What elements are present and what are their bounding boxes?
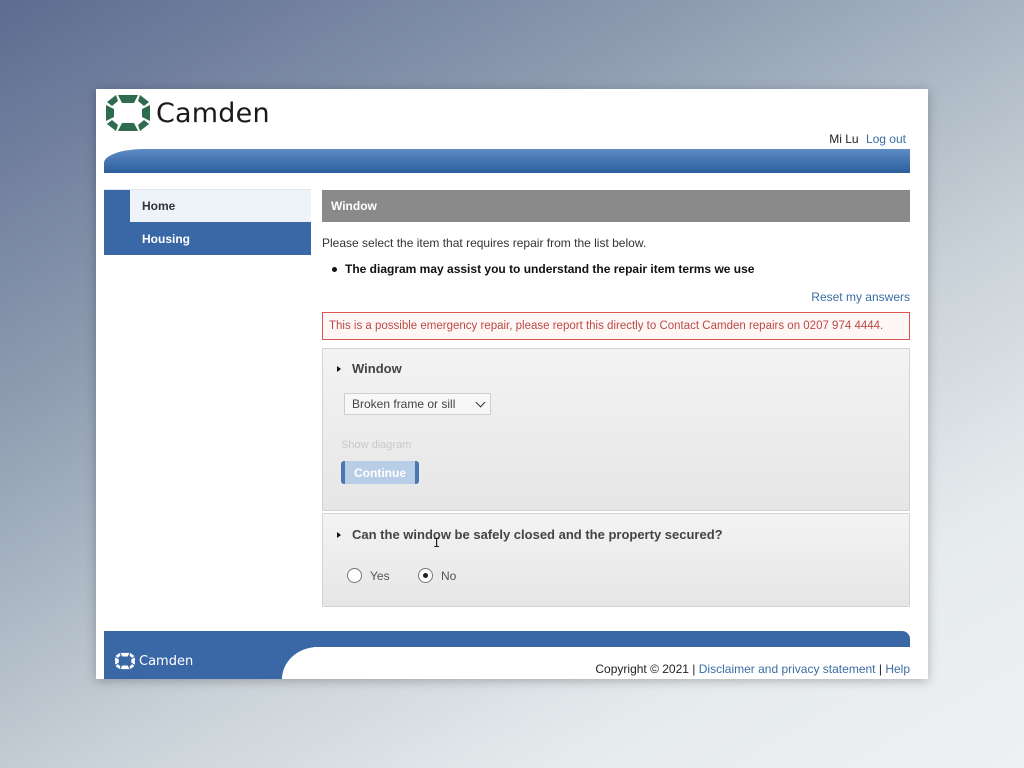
brand-name: Camden: [156, 97, 270, 129]
help-link[interactable]: Help: [885, 662, 910, 676]
radio-yes-label: Yes: [370, 568, 390, 583]
intro-text: Please select the item that requires rep…: [322, 236, 647, 250]
continue-button[interactable]: Continue: [341, 461, 419, 484]
question-panel-header[interactable]: Can the window be safely closed and the …: [337, 527, 723, 542]
window-panel: Window Broken frame or sill Show diagram…: [322, 348, 910, 511]
reset-answers-link[interactable]: Reset my answers: [322, 290, 910, 304]
repair-item-selected: Broken frame or sill: [352, 397, 456, 411]
sidebar-item-label: Housing: [142, 231, 190, 246]
page-title: Window: [322, 190, 910, 222]
sidebar-nav: Home Housing: [104, 189, 311, 255]
diagram-hint: The diagram may assist you to understand…: [332, 262, 910, 276]
sidebar-item-housing[interactable]: Housing: [104, 222, 311, 255]
show-diagram-link[interactable]: Show diagram: [341, 439, 411, 451]
footer-separator: |: [692, 662, 696, 676]
camden-logo[interactable]: Camden: [104, 93, 270, 133]
window-panel-heading: Window: [352, 361, 402, 376]
bullet-icon: [332, 266, 337, 272]
caret-right-icon: [337, 365, 341, 372]
window-panel-header[interactable]: Window: [337, 361, 402, 376]
repair-item-select[interactable]: Broken frame or sill: [344, 393, 491, 415]
page-frame: Camden Mi Lu Log out Home Housing Window…: [96, 89, 928, 679]
disclaimer-link[interactable]: Disclaimer and privacy statement: [699, 662, 876, 676]
footer-brand-name: Camden: [139, 653, 194, 669]
camden-logo-icon: [115, 652, 135, 670]
reset-answers-label: Reset my answers: [811, 290, 910, 304]
text-cursor-icon: I: [433, 536, 441, 550]
header-banner: [104, 149, 910, 173]
footer-logo[interactable]: Camden: [114, 652, 193, 670]
logout-link[interactable]: Log out: [866, 132, 906, 146]
footer-links: Copyright © 2021 | Disclaimer and privac…: [595, 662, 910, 676]
sidebar-item-home[interactable]: Home: [104, 189, 311, 222]
radio-no-label: No: [441, 568, 457, 583]
copyright-text: Copyright © 2021: [595, 662, 689, 676]
footer: Camden Copyright © 2021 | Disclaimer and…: [104, 631, 910, 679]
sidebar-item-label: Home: [142, 199, 176, 213]
radio-yes-circle[interactable]: [347, 568, 362, 583]
chevron-down-icon: [475, 397, 486, 408]
camden-logo-icon: [106, 95, 150, 131]
radio-no[interactable]: No: [418, 568, 456, 583]
radio-no-circle[interactable]: [418, 568, 433, 583]
diagram-hint-text: The diagram may assist you to understand…: [345, 262, 755, 276]
caret-right-icon: [337, 531, 341, 538]
user-name: Mi Lu: [829, 132, 859, 146]
main-content: Window Please select the item that requi…: [322, 190, 910, 607]
radio-yes[interactable]: Yes: [347, 568, 390, 583]
question-panel: Can the window be safely closed and the …: [322, 513, 910, 607]
question-text: Can the window be safely closed and the …: [352, 527, 723, 542]
footer-separator: |: [878, 662, 882, 676]
user-area: Mi Lu Log out: [829, 132, 906, 146]
emergency-alert: This is a possible emergency repair, ple…: [322, 312, 910, 340]
